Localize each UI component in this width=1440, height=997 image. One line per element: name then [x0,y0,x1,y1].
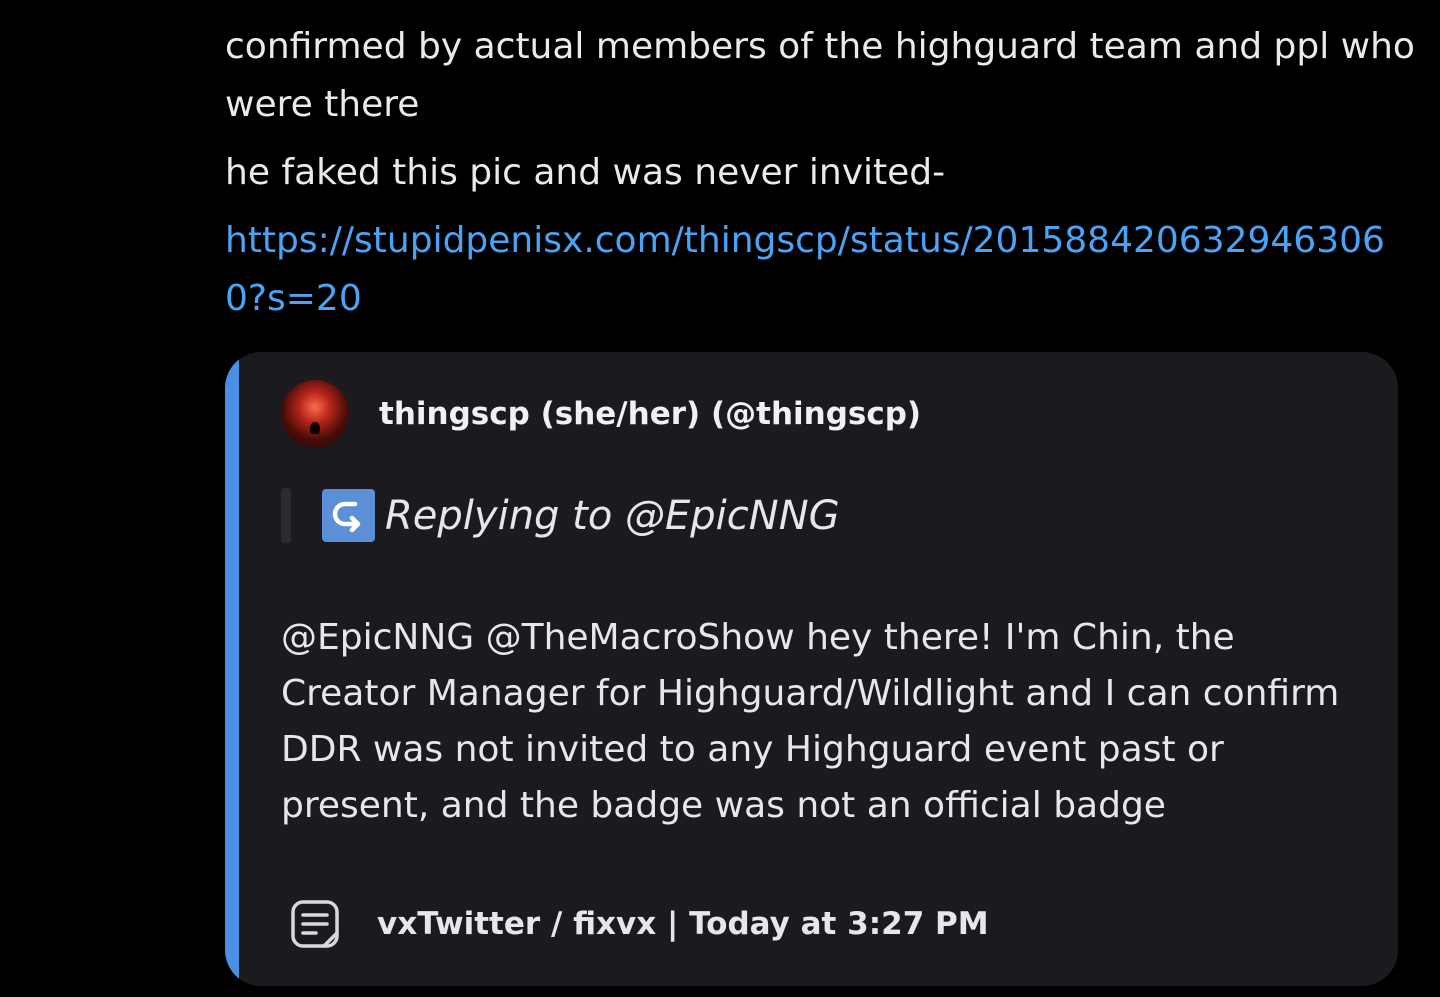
embed-description: @EpicNNG @TheMacroShow hey there! I'm Ch… [281,617,1340,826]
embed-footer-text: vxTwitter / fixvx | Today at 3:27 PM [377,906,989,942]
reply-indicator: Replying to @EpicNNG [281,488,840,543]
reply-label: Replying to @EpicNNG [385,492,840,539]
message-text-line-2: he faked this pic and was never invited- [225,152,946,193]
embed-accent-bar [225,352,239,986]
reply-arrow-icon [322,489,375,542]
embed-footer: vxTwitter / fixvx | Today at 3:27 PM [289,898,989,950]
notepad-icon [289,898,341,950]
message-text-line-1: confirmed by actual members of the highg… [225,26,1415,125]
avatar[interactable] [281,380,349,448]
chat-message: confirmed by actual members of the highg… [225,18,1425,328]
link-embed-card: thingscp (she/her) (@thingscp) Replying … [225,352,1398,986]
message-link[interactable]: https://stupidpenisx.com/thingscp/status… [225,212,1405,328]
reply-quote-bar [281,488,291,543]
embed-author-name[interactable]: thingscp (she/her) (@thingscp) [379,396,921,432]
embed-author: thingscp (she/her) (@thingscp) [281,380,921,448]
